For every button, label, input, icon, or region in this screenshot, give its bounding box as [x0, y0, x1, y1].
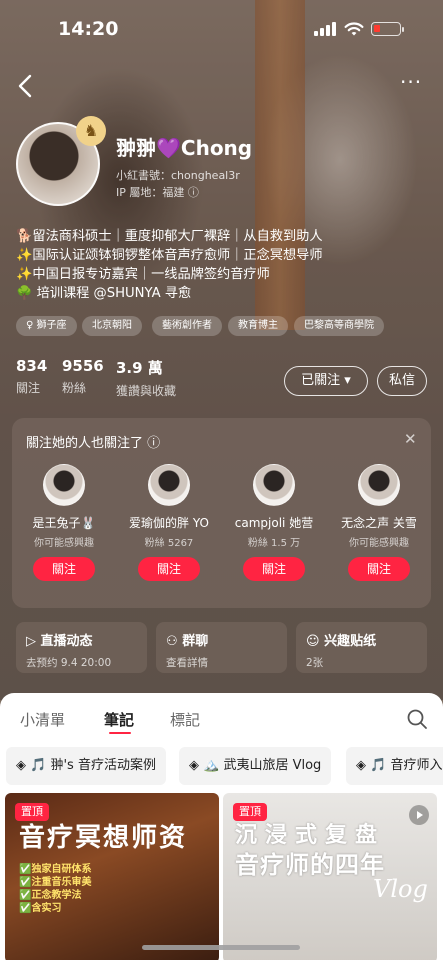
stat-likes[interactable]: 3.9 萬 獲讚與收藏 — [116, 357, 206, 399]
post-title: 音疗冥想师资 — [19, 823, 188, 853]
recommended-title: 關注她的人也關注了 ⓘ — [26, 436, 161, 451]
tag-zodiac: ♀ 獅子座 — [16, 316, 77, 336]
recommended-user-name: 无念之声 关雪 — [341, 516, 417, 530]
post-checklist-item: ✅注重音乐审美 — [19, 877, 92, 888]
recommended-user-sub: 你可能感興趣 — [349, 538, 409, 549]
card-title-text: 兴趣贴纸 — [324, 634, 377, 649]
tag-education-blogger: 教育博主 — [228, 316, 288, 336]
recommended-user-sub: 你可能感興趣 — [34, 538, 94, 549]
info-icon[interactable]: ⓘ — [188, 186, 199, 199]
tab-tags[interactable]: 標記 — [170, 709, 200, 730]
layers-icon: ◈ — [189, 758, 204, 773]
card-title: ▷ 直播动态 — [26, 630, 137, 649]
status-bar: 14:20 — [0, 0, 443, 58]
post-vlog-text: Vlog — [373, 875, 428, 903]
card-subtitle: 查看詳情 — [166, 657, 208, 669]
layers-icon: ◈ — [16, 758, 31, 773]
ip-text: IP 屬地：福建 — [116, 186, 185, 199]
post-checklist-item: ✅正念教学法 — [19, 890, 82, 901]
recommended-user-name: 是王兔子🐰 — [32, 516, 96, 530]
badge-icon: ♞ — [76, 116, 106, 146]
profile-handle: 小紅書號：chongheal3r — [116, 169, 240, 182]
recommended-user[interactable]: campjoli 她营 粉絲 1.5 万 關注 — [222, 464, 326, 594]
follow-button[interactable]: 關注 — [33, 557, 95, 581]
post-checklist-item: ✅含实习 — [19, 903, 62, 914]
pinned-post[interactable]: 置頂 沉浸式复盘 音疗师的四年 Vlog — [223, 793, 437, 960]
tab-list[interactable]: 小清單 — [20, 709, 65, 730]
collections-row: ◈ 🎵 翀's 音疗活动案例 ◈ 🏔️ 武夷山旅居 Vlog ◈ 🎵 音疗师入 — [0, 747, 443, 787]
post-checklist: ✅独家自研体系 ✅注重音乐审美 ✅正念教学法 ✅含实习 — [19, 863, 91, 915]
avatar[interactable] — [43, 464, 85, 506]
follow-button[interactable]: 關注 — [243, 557, 305, 581]
recommended-user[interactable]: 无念之声 关雪 你可能感興趣 關注 — [327, 464, 431, 594]
close-icon[interactable]: ✕ — [404, 430, 417, 448]
avatar[interactable] — [253, 464, 295, 506]
battery-icon — [371, 22, 404, 36]
collection-chip-label: 🎵 翀's 音疗活动案例 — [30, 758, 156, 773]
avatar[interactable] — [358, 464, 400, 506]
post-subtitle: 音疗师的四年 — [235, 851, 385, 879]
group-chat-card[interactable]: ⚇ 群聊 查看詳情 — [156, 622, 287, 673]
recommended-user[interactable]: 是王兔子🐰 你可能感興趣 關注 — [12, 464, 116, 594]
follow-button[interactable]: 關注 — [348, 557, 410, 581]
card-title: ☺ 兴趣贴纸 — [306, 630, 417, 649]
stat-value: 3.9 萬 — [116, 359, 163, 377]
stat-label: 獲讚與收藏 — [116, 384, 177, 398]
recommended-user[interactable]: 爱瑜伽的胖 YO 粉絲 5267 關注 — [117, 464, 221, 594]
bio-line: ✨国际认证颂钵铜锣整体音声疗愈师｜正念冥想导师 — [16, 248, 323, 263]
search-icon[interactable] — [406, 708, 428, 730]
recommended-user-sub: 粉絲 1.5 万 — [247, 538, 301, 549]
tag-school: 巴黎高等商學院 — [294, 316, 384, 336]
card-title: ⚇ 群聊 — [166, 630, 277, 649]
collection-chip[interactable]: ◈ 🎵 翀's 音疗活动案例 — [6, 747, 166, 785]
more-options-icon[interactable]: ··· — [400, 72, 428, 94]
video-icon — [409, 805, 429, 825]
wifi-icon — [344, 22, 364, 36]
back-arrow-icon[interactable] — [14, 72, 38, 100]
bio-line[interactable]: 🌳 培训课程 @SHUNYA 寻愈 — [16, 284, 426, 303]
home-indicator — [142, 945, 300, 950]
card-title-text: 群聊 — [182, 634, 209, 649]
play-icon: ▷ — [26, 634, 41, 649]
status-time: 14:20 — [58, 18, 119, 40]
card-subtitle: 2张 — [306, 657, 324, 669]
content-sheet: 小清單 筆記 標記 ◈ 🎵 翀's 音疗活动案例 ◈ 🏔️ 武夷山旅居 Vlog… — [0, 693, 443, 960]
recommended-user-sub: 粉絲 5267 — [144, 538, 194, 549]
recommended-user-name: campjoli 她营 — [234, 516, 314, 530]
layers-icon: ◈ — [356, 758, 371, 773]
profile-ip-location: IP 屬地：福建 ⓘ — [116, 184, 199, 200]
message-button[interactable]: 私信 — [377, 366, 427, 396]
recommended-follows-panel: 關注她的人也關注了 ⓘ ✕ 是王兔子🐰 你可能感興趣 關注 爱瑜伽的胖 YO 粉… — [12, 418, 431, 608]
post-checklist-item: ✅独家自研体系 — [19, 864, 92, 875]
collection-chip-label: 🏔️ 武夷山旅居 Vlog — [203, 758, 322, 773]
follow-button[interactable]: 關注 — [138, 557, 200, 581]
profile-name: 翀翀💜Chong — [116, 136, 253, 160]
bio-line: ✨中国日报专访嘉宾｜一线品牌签约音疗师 — [16, 267, 270, 282]
sticker-icon: ☺ — [306, 634, 325, 649]
sticker-card[interactable]: ☺ 兴趣贴纸 2张 — [296, 622, 427, 673]
card-title-text: 直播动态 — [40, 634, 93, 649]
collection-chip[interactable]: ◈ 🎵 音疗师入 — [346, 747, 443, 785]
avatar[interactable] — [148, 464, 190, 506]
pinned-post[interactable]: 置頂 音疗冥想师资 ✅独家自研体系 ✅注重音乐审美 ✅正念教学法 ✅含实习 — [5, 793, 219, 960]
card-subtitle: 去预约 9.4 20:00 — [26, 657, 112, 669]
following-button[interactable]: 已關注 ▾ — [284, 366, 368, 396]
tag-artist: 藝術創作者 — [152, 316, 222, 336]
tab-notes[interactable]: 筆記 — [104, 709, 134, 730]
collection-chip-label: 🎵 音疗师入 — [370, 758, 443, 773]
signal-icon — [314, 22, 338, 36]
collection-chip[interactable]: ◈ 🏔️ 武夷山旅居 Vlog — [179, 747, 332, 785]
group-icon: ⚇ — [166, 634, 183, 649]
recommended-user-name: 爱瑜伽的胖 YO — [129, 516, 209, 530]
live-card[interactable]: ▷ 直播动态 去预约 9.4 20:00 — [16, 622, 147, 673]
bio-line: 🐕留法商科硕士｜重度抑郁大厂裸辞｜从自救到助人 — [16, 229, 323, 244]
profile-bio: 🐕留法商科硕士｜重度抑郁大厂裸辞｜从自救到助人 ✨国际认证颂钵铜锣整体音声疗愈师… — [16, 227, 426, 303]
tag-location: 北京朝阳 — [82, 316, 142, 336]
active-tab-indicator — [109, 732, 131, 734]
